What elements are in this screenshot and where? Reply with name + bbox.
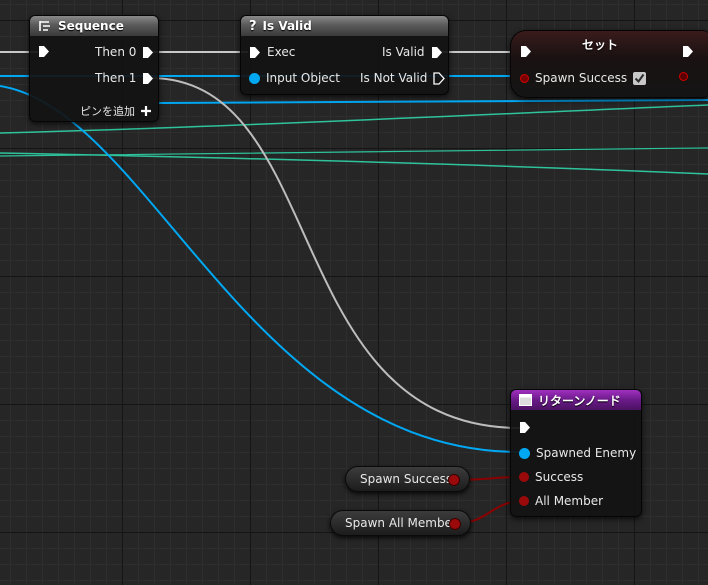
sequence-header: Sequence: [30, 16, 158, 36]
sequence-then1-label: Then 1: [95, 71, 137, 85]
bool-pin-dot: [519, 472, 529, 482]
set-title: セット: [581, 38, 618, 52]
object-pin-dot: [249, 72, 260, 84]
isvalid-is-not-valid-label: Is Not Valid: [360, 71, 428, 85]
sequence-title: Sequence: [58, 19, 124, 33]
return-spawned-enemy-pin[interactable]: Spawned Enemy: [519, 446, 636, 460]
isvalid-is-valid-label: Is Valid: [382, 45, 425, 59]
set-output-pin[interactable]: [679, 72, 688, 81]
return-success-label: Success: [535, 470, 584, 484]
sequence-then1-pin[interactable]: Then 1: [95, 71, 154, 85]
isvalid-input-object-pin[interactable]: Input Object: [249, 71, 340, 85]
isvalid-is-valid-pin[interactable]: Is Valid: [382, 45, 443, 59]
isvalid-title: Is Valid: [262, 19, 312, 33]
return-header: リターンノード: [511, 390, 641, 410]
sequence-add-pin-label: ピンを追加: [80, 105, 135, 118]
spawn-all-member-variable-label: Spawn All Member: [345, 516, 457, 530]
isvalid-input-object-label: Input Object: [266, 71, 340, 85]
spawn-success-checkbox[interactable]: [633, 71, 647, 85]
isvalid-exec-label: Exec: [267, 45, 296, 59]
sequence-exec-in-pin[interactable]: [38, 45, 50, 58]
set-spawn-success-label: Spawn Success: [535, 71, 628, 85]
set-spawn-success-pin[interactable]: Spawn Success: [520, 71, 647, 85]
return-all-member-pin[interactable]: All Member: [519, 494, 603, 508]
object-pin-dot: [519, 447, 530, 459]
return-node-icon: [519, 394, 532, 406]
return-exec-in-pin[interactable]: [519, 421, 531, 434]
return-spawned-enemy-label: Spawned Enemy: [536, 446, 637, 460]
spawn-success-variable-pin[interactable]: [449, 475, 459, 485]
spawn-all-member-variable[interactable]: Spawn All Member: [330, 510, 471, 536]
return-title: リターンノード: [538, 393, 621, 408]
bool-pin-dot: [520, 73, 529, 83]
spawn-success-variable-label: Spawn Success: [360, 472, 453, 486]
bool-pin-dot: [519, 496, 529, 506]
return-all-member-label: All Member: [535, 494, 604, 508]
sequence-add-pin-button[interactable]: ピンを追加: [80, 103, 151, 119]
spawn-success-variable[interactable]: Spawn Success: [345, 466, 470, 492]
spawn-all-member-variable-pin[interactable]: [450, 519, 460, 529]
check-icon: [634, 73, 645, 83]
set-node[interactable]: セット: [510, 30, 708, 98]
sequence-then0-pin[interactable]: Then 0: [95, 45, 154, 59]
exec-wire-then1: [149, 77, 521, 429]
question-icon: ?: [249, 18, 257, 34]
sequence-icon: [39, 21, 50, 31]
blue-wire-mid: [157, 99, 708, 104]
set-exec-out-pin[interactable]: [682, 45, 694, 58]
set-exec-in-pin[interactable]: [520, 45, 532, 58]
teal-wire-2: [0, 152, 708, 175]
blue-wire-spawned-enemy: [0, 85, 521, 453]
isvalid-header: ? Is Valid: [241, 16, 448, 36]
sequence-then0-label: Then 0: [95, 45, 137, 59]
return-success-pin[interactable]: Success: [519, 470, 583, 484]
isvalid-exec-in-pin[interactable]: Exec: [249, 45, 295, 59]
isvalid-is-not-valid-pin[interactable]: Is Not Valid: [360, 71, 446, 85]
plus-icon: [141, 106, 151, 116]
